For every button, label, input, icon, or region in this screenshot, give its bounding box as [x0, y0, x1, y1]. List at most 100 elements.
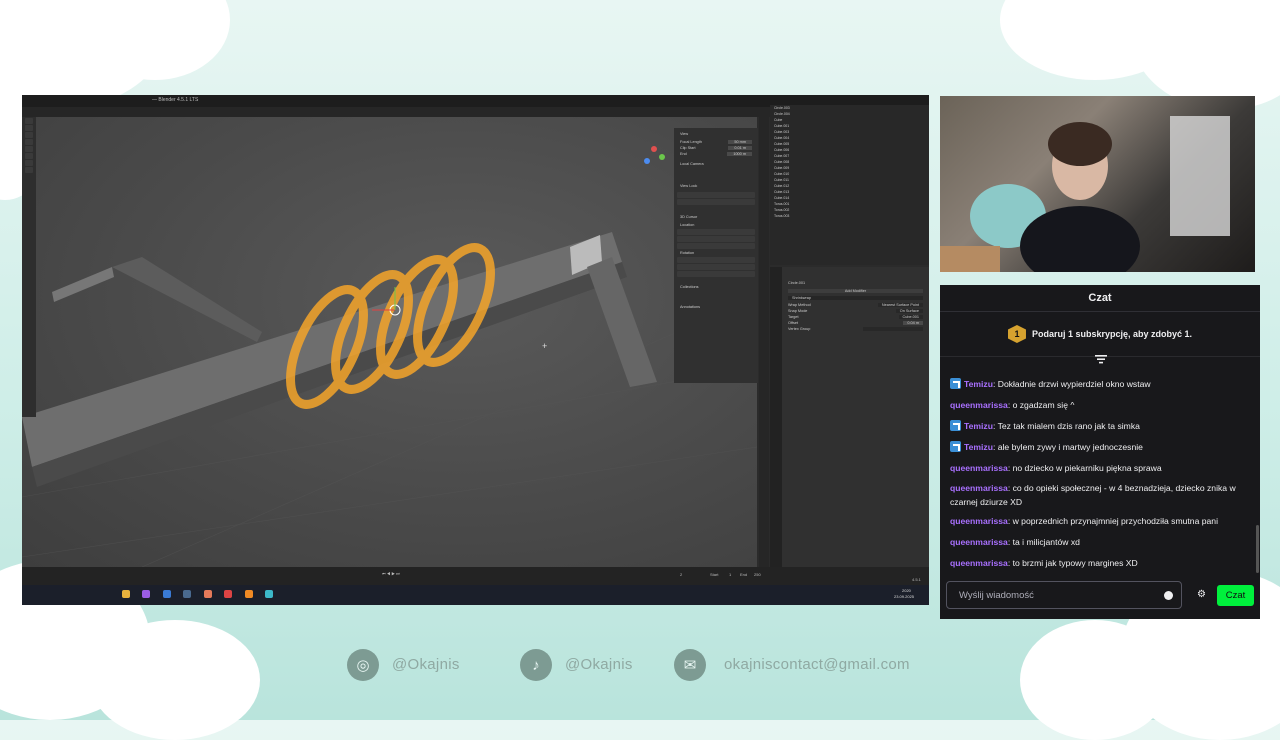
target-field[interactable]: Cube.001 — [898, 315, 923, 319]
outliner-item[interactable]: Cube.013 — [774, 190, 925, 195]
gift-sub-banner[interactable]: 1 Podaruj 1 subskrypcję, aby zdobyć 1. — [940, 312, 1260, 357]
tool-select[interactable] — [25, 118, 33, 124]
end-frame[interactable]: 250 — [754, 572, 761, 577]
app-icon[interactable] — [162, 590, 171, 598]
chrome-icon[interactable] — [224, 590, 233, 598]
chat-message: queenmarissa: o zgadzam się ^ — [950, 398, 1250, 412]
location-y[interactable] — [677, 236, 755, 242]
notepad-icon[interactable] — [265, 590, 274, 598]
gear-icon[interactable]: ⚙ — [1197, 590, 1207, 600]
tool-measure[interactable] — [25, 167, 33, 173]
start-frame[interactable]: 1 — [729, 572, 731, 577]
outliner-item[interactable]: Torus.001 — [774, 202, 925, 207]
outliner-item[interactable]: Cube.007 — [774, 154, 925, 159]
add-modifier-button[interactable]: Add Modifier — [788, 289, 923, 293]
chat-input-placeholder: Wyślij wiadomość — [959, 589, 1034, 601]
outliner-item[interactable]: Circle.003 — [774, 106, 925, 111]
chat-text: : Dokładnie drzwi wypierdziel okno wstaw — [992, 379, 1151, 389]
steam-icon[interactable] — [183, 590, 192, 598]
play-controls[interactable]: ⏮ ◀ ▶ ⏭ — [382, 571, 400, 576]
chat-username[interactable]: queenmarissa — [950, 537, 1008, 547]
outliner-item[interactable]: Torus.003 — [774, 214, 925, 219]
collections-header[interactable]: Collections — [680, 285, 752, 289]
outliner-item[interactable]: Cube.009 — [774, 166, 925, 171]
offset-label: Offset — [788, 321, 799, 325]
tool-shelf — [22, 117, 36, 417]
outliner-item[interactable]: Cube.008 — [774, 160, 925, 165]
current-frame[interactable]: 2 — [680, 572, 682, 577]
tool-scale[interactable] — [25, 146, 33, 152]
blender-icon[interactable] — [244, 590, 253, 598]
chat-scrollbar[interactable] — [1256, 525, 1259, 573]
subscriber-badge-icon — [950, 441, 961, 452]
tool-rotate[interactable] — [25, 139, 33, 145]
tool-cursor[interactable] — [25, 125, 33, 131]
tool-annotate[interactable] — [25, 160, 33, 166]
view-lock-header[interactable]: View Lock — [680, 184, 752, 188]
tool-move[interactable] — [25, 132, 33, 138]
outliner-item[interactable]: Torus.002 — [774, 208, 925, 213]
3d-viewport[interactable]: + — [22, 117, 757, 567]
tool-transform[interactable] — [25, 153, 33, 159]
3d-cursor-header[interactable]: 3D Cursor — [680, 215, 752, 219]
focal-length-field[interactable]: 50 mm — [728, 140, 752, 144]
clip-start-label: Clip Start — [680, 146, 696, 150]
outliner-item[interactable]: Cube.011 — [774, 178, 925, 183]
rotation-z[interactable] — [677, 271, 755, 277]
sidebar-vertical-tabs[interactable] — [759, 117, 769, 567]
chat-message-input[interactable]: Wyślij wiadomość — [946, 581, 1182, 609]
snap-mode-select[interactable]: On Surface — [895, 309, 923, 313]
lock-row[interactable] — [677, 192, 755, 198]
file-explorer-icon[interactable] — [122, 590, 130, 598]
location-x[interactable] — [677, 229, 755, 235]
chat-username[interactable]: Temizu — [964, 421, 993, 431]
subscriber-badge-icon — [950, 420, 961, 431]
outliner-item[interactable]: Cube.006 — [774, 148, 925, 153]
chat-username[interactable]: queenmarissa — [950, 463, 1008, 473]
clip-end-field[interactable]: 1000 m — [727, 152, 752, 156]
emote-picker-icon[interactable] — [1164, 591, 1173, 600]
start-frame-label: Start — [710, 572, 719, 577]
lock-row[interactable] — [677, 199, 755, 205]
outliner-item[interactable]: Cube.014 — [774, 196, 925, 201]
outliner-item[interactable]: Circle.004 — [774, 112, 925, 117]
properties-editor: Circle.001 Add Modifier Shrinkwrap Wrap … — [782, 267, 929, 567]
chat-message: Temizu: Dokładnie drzwi wypierdziel okno… — [950, 377, 1250, 391]
chat-send-button[interactable]: Czat — [1217, 585, 1254, 606]
browser-icon[interactable] — [142, 590, 151, 598]
timeline[interactable]: ⏮ ◀ ▶ ⏭ 2 Start 1 End 250 4.5.1 — [22, 567, 929, 585]
wrap-method-select[interactable]: Nearest Surface Point — [877, 303, 923, 307]
chat-panel: Czat 1 Podaruj 1 subskrypcję, aby zdobyć… — [940, 285, 1260, 619]
location-label: Location — [680, 223, 695, 227]
gift-sub-text: Podaruj 1 subskrypcję, aby zdobyć 1. — [1031, 329, 1193, 339]
outliner-item[interactable]: Cube.001 — [774, 124, 925, 129]
location-z[interactable] — [677, 243, 755, 249]
properties-tabs[interactable] — [770, 267, 782, 567]
modifier-name[interactable]: Shrinkwrap — [788, 296, 923, 300]
rotation-x[interactable] — [677, 257, 755, 263]
rotation-y[interactable] — [677, 264, 755, 270]
outliner-item[interactable]: Cube.012 — [774, 184, 925, 189]
clip-start-field[interactable]: 0.01 m — [728, 146, 752, 150]
chat-username[interactable]: queenmarissa — [950, 400, 1008, 410]
outliner-item[interactable]: Cube.003 — [774, 130, 925, 135]
outliner-item[interactable]: Cube.005 — [774, 142, 925, 147]
photos-icon[interactable] — [203, 590, 212, 598]
chat-username[interactable]: queenmarissa — [950, 483, 1008, 493]
chat-username[interactable]: Temizu — [964, 379, 993, 389]
vertex-group-field[interactable] — [863, 327, 923, 331]
focal-length-label: Focal Length — [680, 140, 702, 144]
chat-text: : ale bylem zywy i martwy jednoczesnie — [992, 442, 1143, 452]
offset-field[interactable]: 0.04 m — [903, 321, 923, 325]
view-panel-header[interactable]: View — [680, 132, 752, 136]
outliner-item[interactable]: Cube.004 — [774, 136, 925, 141]
filter-icon[interactable] — [1095, 355, 1107, 365]
outliner-item[interactable]: Cube — [774, 118, 925, 123]
chat-username[interactable]: Temizu — [964, 442, 993, 452]
outliner: Circle.003 Circle.004 Cube Cube.001 Cube… — [770, 105, 929, 265]
annotations-header[interactable]: Annotations — [680, 305, 752, 309]
chat-username[interactable]: queenmarissa — [950, 516, 1008, 526]
outliner-item[interactable]: Cube.010 — [774, 172, 925, 177]
chat-header: Czat — [940, 285, 1260, 312]
chat-username[interactable]: queenmarissa — [950, 558, 1008, 568]
